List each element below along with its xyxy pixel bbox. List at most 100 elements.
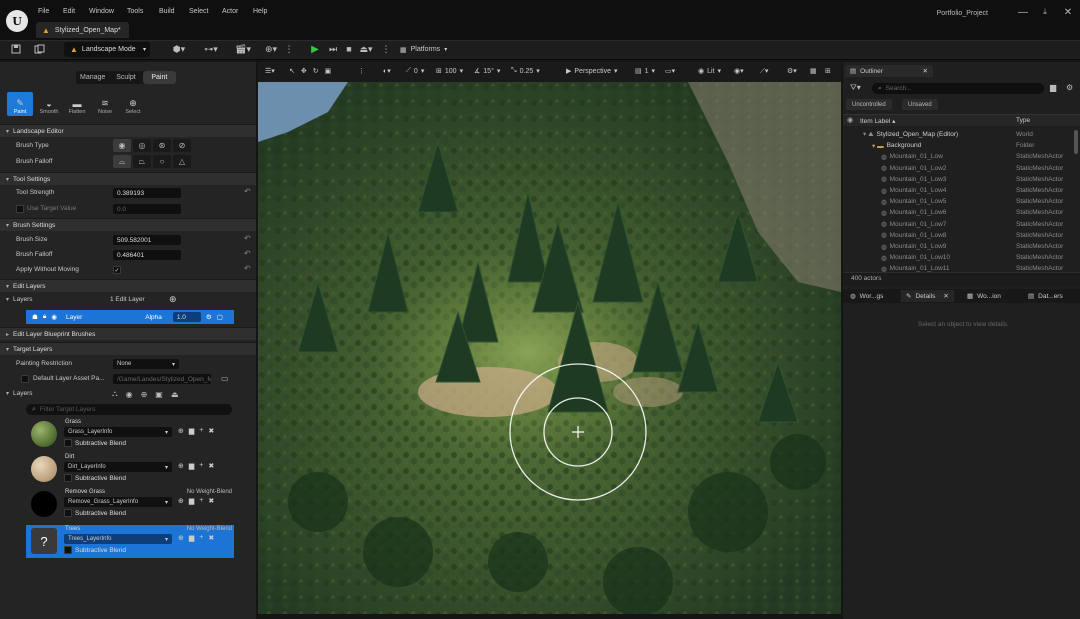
outliner-row[interactable]: ▾ ▬ Background Folder	[843, 140, 1073, 151]
outliner-row[interactable]: ◍ Mountain_01_Low8 StaticMeshActor	[843, 230, 1073, 241]
menu-window[interactable]: Window	[89, 8, 114, 15]
layer-delete-icon[interactable]: ▢	[217, 313, 223, 321]
outliner-settings-icon[interactable]: ⚙	[1066, 83, 1073, 92]
outliner-row[interactable]: ◍ Mountain_01_Low3 StaticMeshActor	[843, 174, 1073, 185]
visibility-eye-icon[interactable]: ◉	[51, 313, 57, 321]
tool-noise[interactable]: ≋ Noise	[92, 92, 118, 116]
browse-icon[interactable]: ⊕	[178, 497, 184, 505]
lock-icon[interactable]: 🔒︎	[43, 313, 46, 321]
layer-info-dropdown[interactable]: Dirt_LayerInfo ▾	[64, 462, 172, 472]
angle-snap[interactable]: ⟋ 0 ▾	[406, 67, 424, 75]
camera-speed[interactable]: ▤ 1 ▾	[635, 67, 655, 76]
content-browser-icon[interactable]	[33, 43, 45, 55]
maximize-viewport-icon[interactable]: ⊞	[825, 67, 831, 75]
blueprint-icon[interactable]: ⊶▾	[202, 43, 220, 55]
remove-icon[interactable]: ✖	[208, 427, 214, 435]
subtractive-blend-toggle[interactable]: Subtractive Blend	[64, 546, 126, 554]
layer-lock-icon[interactable]: ☗	[32, 313, 38, 321]
caret-down-icon[interactable]: ▾	[6, 296, 9, 303]
target-value-field[interactable]: 0.0	[113, 204, 181, 214]
filter-icon[interactable]: ⛛▾	[850, 83, 861, 93]
minimize-button[interactable]: —	[1016, 7, 1030, 18]
subtractive-blend-checkbox[interactable]	[64, 509, 72, 517]
add-icon[interactable]: +	[199, 427, 203, 435]
section-landscape-editor[interactable]: ▾ Landscape Editor	[0, 124, 256, 137]
close-icon[interactable]: ✕	[943, 292, 948, 300]
tool-strength-field[interactable]: 0.389193	[113, 188, 181, 198]
default-layer-asset-checkbox[interactable]	[21, 375, 29, 383]
outliner-search-input[interactable]: ⌕ Search...	[872, 83, 1044, 94]
tab-world-partition[interactable]: ▦ Wo...ion	[962, 290, 1006, 302]
browse-icon[interactable]: ⊕	[178, 534, 184, 542]
create-info-icon[interactable]: ▆	[189, 534, 194, 542]
reset-arrow-icon[interactable]: ↶	[244, 234, 251, 243]
browse-icon[interactable]: ⊕	[178, 462, 184, 470]
layer-info-dropdown[interactable]: Grass_LayerInfo ▾	[64, 427, 172, 437]
brush-falloff-field[interactable]: 0.486401	[113, 250, 181, 260]
cinematics-icon[interactable]: 🎬︎▾	[234, 43, 252, 55]
viewport-options-icon[interactable]: ☰▾	[265, 67, 275, 75]
tip-falloff-icon[interactable]: △	[173, 155, 191, 168]
outliner-row[interactable]: ◍ Mountain_01_Low10 StaticMeshActor	[843, 252, 1073, 263]
target-layer-dirt[interactable]: Dirt Dirt_LayerInfo ▾ ⊕ ▆ + ✖ Subtractive Blend	[26, 453, 234, 486]
subtractive-blend-toggle[interactable]: Subtractive Blend	[64, 474, 126, 482]
create-info-icon[interactable]: ▆	[189, 427, 194, 435]
subtractive-blend-toggle[interactable]: Subtractive Blend	[64, 509, 126, 517]
brush-size-field[interactable]: 509.582001	[113, 235, 181, 245]
menu-edit[interactable]: Edit	[63, 8, 75, 15]
caret-down-icon[interactable]: ▾	[6, 390, 9, 397]
reset-arrow-icon[interactable]: ↶	[244, 249, 251, 258]
layout-icon[interactable]: ▭▾	[665, 67, 675, 75]
col-item-label[interactable]: Item Label ▴	[860, 117, 895, 125]
show-flags-icon[interactable]: ◉▾	[734, 67, 744, 75]
tab-manage[interactable]: Manage	[76, 71, 109, 84]
perspective-dropdown[interactable]: ▶︎ Perspective ▾	[566, 67, 617, 76]
sort-icon[interactable]: ⛬	[112, 389, 118, 399]
eject-button[interactable]: ⏏▾	[358, 43, 374, 55]
realtime-icon[interactable]: ⟋▾	[760, 67, 768, 76]
subtractive-blend-checkbox[interactable]	[64, 546, 72, 554]
world-local-icon[interactable]: ◐▾	[383, 67, 391, 75]
scale-snap[interactable]: ⤡ 0.25 ▾	[511, 67, 540, 75]
export-icon[interactable]: ⏏	[171, 390, 179, 399]
alpha-brush-icon[interactable]: ◎	[133, 139, 151, 152]
add-layer-icon[interactable]: ⊕	[141, 390, 148, 399]
tab-details[interactable]: ✎ Details ✕	[901, 290, 954, 302]
outliner-row[interactable]: ▾ ⛰ Stylized_Open_Map (Editor) World	[843, 129, 1073, 140]
select-mode-icon[interactable]: ↖	[289, 67, 295, 75]
component-brush-icon[interactable]: ⊘	[173, 139, 191, 152]
tab-data-layers[interactable]: ▤ Dat...ers	[1023, 290, 1068, 302]
apply-without-moving-checkbox[interactable]: ✓	[113, 266, 121, 274]
use-target-value-checkbox[interactable]	[16, 205, 24, 213]
tool-flatten[interactable]: ▬ Flatten	[64, 92, 90, 116]
painting-restriction-dropdown[interactable]: None ▾	[113, 359, 179, 369]
col-type[interactable]: Type	[1016, 117, 1030, 124]
tool-paint[interactable]: ✎ Paint	[7, 92, 33, 116]
viewport-layout-icon[interactable]: ▦	[810, 67, 817, 75]
create-info-icon[interactable]: ▆	[189, 497, 194, 505]
more-options-icon[interactable]: ⋮	[283, 43, 295, 55]
alpha-field[interactable]: 1.0	[172, 312, 201, 322]
menu-select[interactable]: Select	[189, 8, 208, 15]
remove-icon[interactable]: ✖	[208, 462, 214, 470]
target-layer-grass[interactable]: Grass Grass_LayerInfo ▾ ⊕ ▆ + ✖ Subtractive Ble…	[26, 418, 234, 451]
target-layer-trees[interactable]: ? Trees No Weight-Blend Trees_LayerInfo ▾ ⊕ ▆ +…	[26, 525, 234, 558]
tool-select[interactable]: ⊕ Select	[120, 92, 146, 116]
stop-button[interactable]: ■	[343, 43, 355, 55]
reset-arrow-icon[interactable]: ↶	[244, 187, 251, 196]
outliner-row[interactable]: ◍ Mountain_01_Low7 StaticMeshActor	[843, 219, 1073, 230]
pattern-brush-icon[interactable]: ⊛	[153, 139, 171, 152]
outliner-scrollbar[interactable]	[1074, 130, 1078, 154]
filter-target-layers[interactable]: ⌕ Filter Target Layers	[26, 404, 232, 415]
step-button[interactable]: ⏭	[327, 43, 339, 55]
add-icon[interactable]: +	[199, 534, 203, 542]
outliner-row[interactable]: ◍ Mountain_01_Low9 StaticMeshActor	[843, 241, 1073, 252]
filter-uncontrolled[interactable]: Uncontrolled	[846, 99, 892, 110]
smooth-falloff-icon[interactable]: ⌓	[113, 155, 131, 168]
rotation-snap[interactable]: ∡ 15° ▾	[474, 67, 500, 76]
subtractive-blend-checkbox[interactable]	[64, 474, 72, 482]
play-button[interactable]: ▶	[309, 43, 321, 55]
filter-unsaved[interactable]: Unsaved	[902, 99, 938, 110]
add-layer-icon[interactable]: ⊕	[169, 294, 177, 305]
outliner-row[interactable]: ◍ Mountain_01_Low2 StaticMeshActor	[843, 163, 1073, 174]
